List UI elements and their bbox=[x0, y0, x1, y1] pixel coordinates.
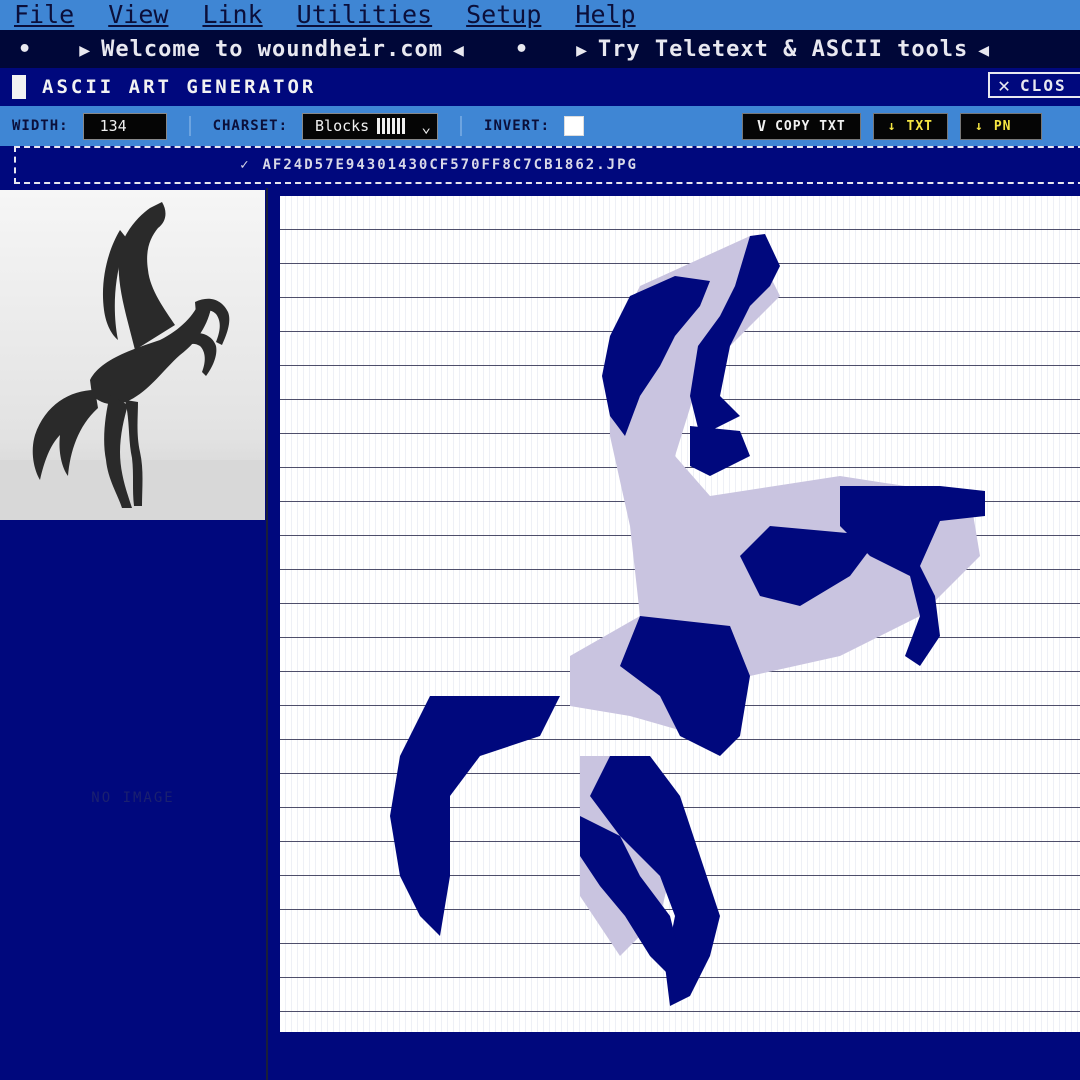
back-icon: ◀ bbox=[452, 39, 465, 61]
copy-txt-button[interactable]: V COPY TXT bbox=[742, 112, 861, 140]
close-button[interactable]: ✕ CLOS bbox=[988, 72, 1080, 98]
menu-file[interactable]: File bbox=[14, 0, 74, 30]
block-pattern-icon bbox=[377, 118, 408, 134]
close-icon: ✕ bbox=[998, 73, 1013, 97]
ascii-horse-art bbox=[390, 234, 985, 1006]
width-input[interactable]: 134 bbox=[82, 112, 167, 140]
download-txt-button[interactable]: ↓ TXT bbox=[872, 112, 948, 140]
window-title: ASCII ART GENERATOR bbox=[42, 76, 317, 98]
close-label: CLOS bbox=[1020, 75, 1067, 95]
window-block-icon bbox=[12, 75, 26, 99]
news-ticker: • ▶ Welcome to woundheir.com ◀ • ▶ Try Tele… bbox=[0, 30, 1080, 68]
charset-value: Blocks bbox=[315, 117, 370, 135]
download-icon: ↓ bbox=[975, 118, 984, 134]
separator bbox=[460, 116, 463, 136]
horse-photo bbox=[0, 190, 265, 520]
menu-link[interactable]: Link bbox=[202, 0, 262, 30]
chevron-down-icon: ⌄ bbox=[421, 116, 432, 136]
charset-select[interactable]: Blocks ⌄ bbox=[302, 112, 439, 140]
ticker-item-1[interactable]: ▶ Welcome to woundheir.com ◀ bbox=[69, 37, 475, 62]
menu-setup[interactable]: Setup bbox=[466, 0, 541, 30]
ascii-output-panel[interactable] bbox=[280, 196, 1080, 1032]
menu-bar: File View Link Utilities Setup Help bbox=[0, 0, 1080, 30]
width-value: 134 bbox=[99, 117, 127, 135]
back-icon: ◀ bbox=[978, 39, 991, 61]
copy-icon: V bbox=[757, 117, 768, 135]
charset-label: CHARSET: bbox=[212, 118, 289, 134]
download-png-button[interactable]: ↓ PN bbox=[960, 112, 1043, 140]
toolbar: WIDTH: 134 CHARSET: Blocks ⌄ INVERT: V C… bbox=[0, 106, 1080, 146]
menu-view[interactable]: View bbox=[108, 0, 168, 30]
ticker-text-1: Welcome to woundheir.com bbox=[101, 36, 443, 62]
invert-checkbox[interactable] bbox=[564, 116, 585, 136]
txt-label: TXT bbox=[906, 118, 933, 134]
no-image-label: NO IMAGE bbox=[91, 790, 175, 806]
bullet-icon: • bbox=[18, 36, 32, 62]
ticker-item-2[interactable]: ▶ Try Teletext & ASCII tools ◀ bbox=[566, 37, 1000, 62]
ticker-text-2: Try Teletext & ASCII tools bbox=[597, 36, 969, 62]
checkmark-icon: ✓ bbox=[240, 157, 251, 173]
bullet-icon: • bbox=[514, 36, 529, 62]
download-icon: ↓ bbox=[887, 118, 897, 134]
source-image-preview bbox=[0, 190, 265, 520]
separator bbox=[188, 116, 191, 136]
copy-label: COPY TXT bbox=[775, 118, 846, 134]
panel-divider[interactable] bbox=[266, 188, 268, 1080]
width-label: WIDTH: bbox=[12, 118, 69, 134]
png-label: PN bbox=[993, 118, 1012, 134]
play-icon: ▶ bbox=[79, 39, 92, 61]
file-name: AF24D57E94301430CF570FF8C7CB1862.JPG bbox=[262, 157, 638, 173]
menu-help[interactable]: Help bbox=[575, 0, 635, 30]
window-titlebar: ASCII ART GENERATOR ✕ CLOS bbox=[0, 68, 1080, 106]
menu-utilities[interactable]: Utilities bbox=[297, 0, 432, 30]
play-icon: ▶ bbox=[576, 39, 588, 61]
ticker-track: • ▶ Welcome to woundheir.com ◀ • ▶ Try Tele… bbox=[0, 37, 1000, 62]
filename-bar[interactable]: ✓ AF24D57E94301430CF570FF8C7CB1862.JPG bbox=[14, 146, 1080, 184]
invert-label: INVERT: bbox=[484, 118, 551, 134]
